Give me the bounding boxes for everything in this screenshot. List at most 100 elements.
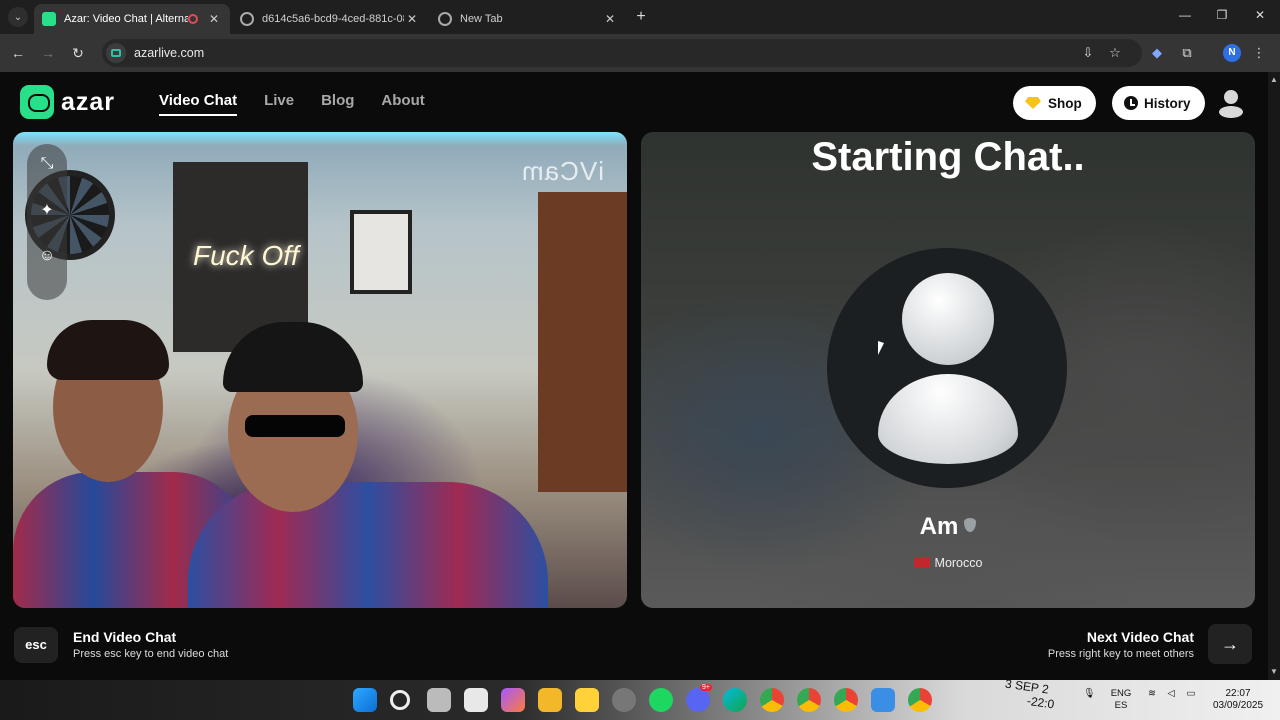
chrome-profile-icon[interactable]	[797, 688, 821, 712]
shop-button[interactable]: Shop	[1013, 86, 1096, 120]
install-app-icon[interactable]: ⇩	[1079, 44, 1097, 62]
battery-icon[interactable]: ▭	[1184, 688, 1198, 700]
end-chat-hint: Press esc key to end video chat	[73, 648, 229, 660]
clock-date: 03/09/2025	[1212, 700, 1264, 711]
edge-icon[interactable]	[723, 688, 747, 712]
azar-favicon-icon	[42, 12, 56, 26]
close-tab-icon[interactable]: ✕	[602, 12, 618, 26]
page-scrollbar[interactable]	[1268, 72, 1280, 680]
task-view-icon[interactable]	[427, 688, 451, 712]
partner-name: Am	[919, 513, 959, 540]
avatar-head	[902, 273, 994, 365]
close-window-icon[interactable]: ✕	[1250, 8, 1270, 26]
minimize-video-icon[interactable]: ⤡	[33, 150, 61, 178]
tab-search-button[interactable]: ⌄	[8, 7, 28, 27]
scroll-down-icon[interactable]: ▼	[1268, 666, 1280, 678]
shop-label: Shop	[1048, 95, 1082, 111]
bookmark-star-icon[interactable]: ☆	[1106, 44, 1124, 62]
spotify-icon[interactable]	[649, 688, 673, 712]
back-icon[interactable]: ←	[9, 44, 27, 62]
file-explorer-icon[interactable]	[538, 688, 562, 712]
tab-azar[interactable]: Azar: Video Chat | Alternati ✕	[34, 4, 230, 34]
shield-extension-icon[interactable]: ◆	[1148, 44, 1166, 62]
effects-sparkle-icon[interactable]: ✦	[33, 196, 61, 224]
nav-live[interactable]: Live	[264, 92, 294, 116]
minimize-icon[interactable]: —	[1175, 8, 1195, 26]
ivcam-watermark: iVCam	[521, 156, 605, 186]
address-bar[interactable]: azarlive.com	[102, 39, 1142, 67]
history-button[interactable]: History	[1112, 86, 1205, 120]
verified-shield-icon	[964, 518, 977, 532]
chat-status-text: Starting Chat..	[811, 135, 1085, 179]
system-clock[interactable]: 22:07 03/09/2025	[1206, 688, 1270, 712]
wifi-icon[interactable]: ≋	[1145, 688, 1159, 700]
search-icon[interactable]	[390, 690, 410, 710]
nav-video-chat[interactable]: Video Chat	[159, 92, 238, 116]
obs-icon[interactable]	[612, 688, 636, 712]
clock-time: 22:07	[1225, 688, 1251, 699]
person-right-body	[188, 482, 548, 608]
site-info-icon[interactable]	[106, 43, 126, 63]
windows-start-icon[interactable]	[353, 688, 377, 712]
store-icon[interactable]	[464, 688, 488, 712]
nav-blog[interactable]: Blog	[321, 92, 354, 116]
app-icon[interactable]	[871, 688, 895, 712]
profile-avatar[interactable]: N	[1223, 44, 1241, 62]
language-indicator[interactable]: ENG ES	[1106, 688, 1136, 712]
mouse-cursor-icon	[878, 341, 884, 355]
led-strip	[13, 132, 627, 146]
close-tab-icon[interactable]: ✕	[206, 12, 222, 26]
restore-icon[interactable]: ❐	[1212, 8, 1232, 26]
sticky-notes-icon[interactable]	[575, 688, 599, 712]
reload-icon[interactable]: ↻	[69, 44, 87, 62]
chrome-active-icon[interactable]	[908, 688, 932, 712]
copilot-icon[interactable]	[501, 688, 525, 712]
nav-about[interactable]: About	[381, 92, 424, 116]
discord-badge: 9+	[700, 684, 712, 691]
face-filter-icon[interactable]: ☺	[33, 242, 61, 270]
end-chat-button[interactable]: esc	[14, 627, 58, 663]
avatar-body	[878, 374, 1018, 464]
wardrobe	[538, 192, 627, 492]
windows-taskbar: 9+ 🎙 ENG ES ≋ ◁ ▭ 22:07 03/09/2025	[0, 680, 1280, 720]
microphone-icon[interactable]: 🎙	[1082, 688, 1096, 700]
main-nav: Video Chat Live Blog About	[159, 92, 425, 116]
user-account-icon[interactable]	[1218, 88, 1244, 118]
volume-icon[interactable]: ◁	[1164, 688, 1178, 700]
forward-icon[interactable]: →	[39, 44, 57, 62]
gem-icon	[1025, 97, 1041, 109]
tab-document[interactable]: d614c5a6-bcd9-4ced-881c-08e ✕	[232, 4, 428, 34]
tab-title: d614c5a6-bcd9-4ced-881c-08e	[262, 13, 404, 25]
clock-icon	[1124, 96, 1138, 110]
browser-toolbar: ← → ↻ azarlive.com ⇩ ☆ ◆ ⧉ ⋮	[0, 34, 1280, 72]
chrome-profile-2-icon[interactable]	[834, 688, 858, 712]
arrow-right-icon: →	[1221, 634, 1239, 654]
next-chat-hint: Press right key to meet others	[1047, 648, 1194, 660]
person-left-hair	[47, 320, 169, 380]
url-text: azarlive.com	[134, 46, 205, 60]
azar-logo[interactable]: azar	[20, 85, 115, 119]
tab-title: New Tab	[460, 13, 503, 25]
new-tab-button[interactable]: +	[632, 8, 650, 26]
video-tools-panel: ⤡ ✦ ☺	[27, 144, 67, 300]
tab-new-tab[interactable]: New Tab ✕	[430, 4, 626, 34]
next-chat-title[interactable]: Next Video Chat	[1087, 629, 1194, 645]
azar-logo-icon	[20, 85, 54, 119]
discord-icon[interactable]: 9+	[686, 684, 712, 712]
extensions-icon[interactable]: ⧉	[1178, 44, 1196, 62]
morocco-flag-icon	[913, 557, 930, 568]
scroll-up-icon[interactable]: ▲	[1268, 74, 1280, 86]
end-chat-title[interactable]: End Video Chat	[73, 629, 176, 645]
close-tab-icon[interactable]: ✕	[404, 12, 420, 26]
next-chat-button[interactable]: →	[1208, 624, 1252, 664]
partner-video: Starting Chat.. Am Morocco	[641, 132, 1255, 608]
wall-frame	[350, 210, 412, 294]
partner-name-row: Am	[641, 513, 1255, 541]
menu-dots-icon[interactable]: ⋮	[1250, 44, 1268, 62]
chrome-taskbar-icon[interactable]	[760, 688, 784, 712]
tab-title: Azar: Video Chat | Alternati	[64, 13, 188, 25]
partner-country-row: Morocco	[641, 556, 1255, 570]
azar-page: azar Video Chat Live Blog About Shop His…	[0, 72, 1268, 680]
neon-sign: Fuck Off	[193, 240, 299, 271]
recording-indicator-icon	[188, 14, 198, 24]
